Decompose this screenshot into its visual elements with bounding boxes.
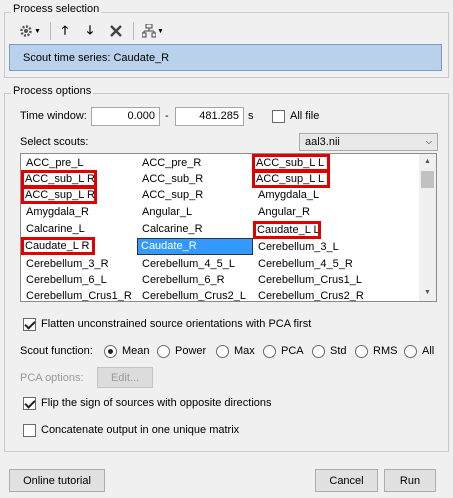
x-icon [110, 25, 122, 37]
scout-item[interactable]: Cerebellum_Crus1_R [23, 289, 137, 301]
flip-sign-checkbox[interactable] [23, 397, 36, 410]
scout-function-rms-label: RMS [373, 345, 398, 357]
scout-function-std-label: Std [330, 345, 347, 357]
gear-icon [20, 25, 32, 37]
flatten-label: Flatten unconstrained source orientation… [41, 318, 312, 330]
tree-icon [142, 24, 157, 38]
time-end-input[interactable]: 481.285 [175, 107, 244, 126]
scout-item[interactable]: Cerebellum_3_L [255, 240, 367, 256]
scout-item[interactable]: Caudate_L L [253, 221, 321, 239]
time-dash: - [165, 110, 169, 122]
time-unit: s [248, 110, 254, 122]
tree-view-button[interactable]: ▼ [139, 20, 167, 42]
pca-options-label: PCA options: [20, 372, 84, 384]
selected-process-item[interactable]: Scout time series: Caudate_R [9, 44, 442, 71]
scout-function-all-radio[interactable] [404, 345, 417, 358]
flip-sign-label: Flip the sign of sources with opposite d… [41, 397, 272, 409]
delete-button[interactable] [107, 20, 125, 42]
all-file-checkbox[interactable] [272, 110, 285, 123]
cancel-button[interactable]: Cancel [315, 469, 378, 492]
scout-function-all-label: All [422, 345, 435, 357]
atlas-dropdown[interactable]: aal3.nii ⌵ [299, 133, 438, 151]
time-window-label: Time window: [20, 110, 87, 122]
scout-item[interactable]: ACC_sub_R [139, 172, 251, 188]
scout-function-power-radio[interactable] [157, 345, 170, 358]
scout-item[interactable]: Amygdala_R [23, 205, 135, 221]
scout-item[interactable]: Amygdala_L [255, 188, 367, 204]
scout-item[interactable]: ACC_pre_R [139, 156, 251, 172]
scout-item[interactable]: Cerebellum_Crus1_L [255, 273, 367, 289]
process-options-title: Process options [11, 85, 94, 97]
settings-dropdown-button[interactable]: ▼ [15, 20, 45, 42]
scout-item[interactable]: Cerebellum_4_5_R [255, 257, 367, 273]
scout-item[interactable]: Cerebellum_4_5_L [139, 257, 251, 273]
scout-item[interactable]: Caudate_L R [21, 237, 95, 255]
atlas-selected: aal3.nii [305, 136, 340, 148]
scout-item[interactable]: Calcarine_L [23, 222, 135, 238]
scout-function-pca-radio[interactable] [263, 345, 276, 358]
time-start-input[interactable]: 0.000 [91, 107, 160, 126]
scroll-down-arrow[interactable]: ▼ [419, 285, 436, 301]
run-button[interactable]: Run [384, 469, 436, 492]
scout-item[interactable]: Cerebellum_Crus2_R [255, 289, 369, 301]
scout-item-selected[interactable]: Caudate_R [137, 238, 253, 255]
selected-process-label: Scout time series: Caudate_R [23, 52, 170, 64]
pca-edit-button[interactable]: Edit... [97, 367, 153, 388]
scout-item[interactable]: Calcarine_R [139, 222, 251, 238]
scout-item[interactable]: Cerebellum_Crus2_L [139, 289, 255, 301]
arrow-down-icon: 🡓 [86, 22, 94, 37]
scout-list-scrollbar[interactable]: ▲ ▼ [419, 154, 436, 301]
scout-item[interactable]: Angular_R [255, 205, 367, 221]
scout-item[interactable]: Cerebellum_6_R [139, 273, 251, 289]
scout-item[interactable]: Cerebellum_6_L [23, 273, 135, 289]
scout-function-rms-radio[interactable] [355, 345, 368, 358]
scout-item[interactable]: ACC_sup_R [139, 188, 251, 204]
all-file-label: All file [290, 110, 320, 122]
scout-item[interactable]: ACC_sup_L L [252, 170, 330, 188]
chevron-down-icon: ▼ [157, 27, 164, 35]
scout-function-label: Scout function: [20, 345, 93, 357]
scout-function-power-label: Power [175, 345, 207, 357]
flatten-checkbox[interactable] [23, 318, 36, 331]
process-selection-title: Process selection [11, 3, 102, 15]
scout-function-pca-label: PCA [281, 345, 304, 357]
chevron-down-icon: ⌵ [425, 137, 432, 146]
scout-item[interactable]: Angular_L [139, 205, 251, 221]
scout-function-max-label: Max [234, 345, 255, 357]
scroll-up-arrow[interactable]: ▲ [419, 154, 436, 170]
scout-function-mean-radio[interactable] [104, 345, 117, 358]
scout-item[interactable]: ACC_sup_L R [21, 186, 97, 204]
arrow-up-icon: 🡑 [61, 22, 69, 37]
online-tutorial-button[interactable]: Online tutorial [9, 469, 105, 492]
scout-function-mean-label: Mean [122, 345, 150, 357]
chevron-down-icon: ▼ [34, 27, 41, 35]
concatenate-checkbox[interactable] [23, 424, 36, 437]
move-up-button[interactable]: 🡑 [56, 20, 74, 42]
scout-function-max-radio[interactable] [216, 345, 229, 358]
scroll-thumb[interactable] [421, 171, 434, 188]
scout-list[interactable]: ACC_pre_L ACC_sub_L R ACC_sup_L R Amygda… [20, 153, 437, 302]
scout-item[interactable]: Cerebellum_3_R [23, 257, 135, 273]
toolbar-separator [133, 22, 134, 40]
concatenate-label: Concatenate output in one unique matrix [41, 424, 240, 436]
toolbar-separator [50, 22, 51, 40]
scout-function-std-radio[interactable] [312, 345, 325, 358]
select-scouts-label: Select scouts: [20, 136, 89, 148]
move-down-button[interactable]: 🡓 [81, 20, 99, 42]
